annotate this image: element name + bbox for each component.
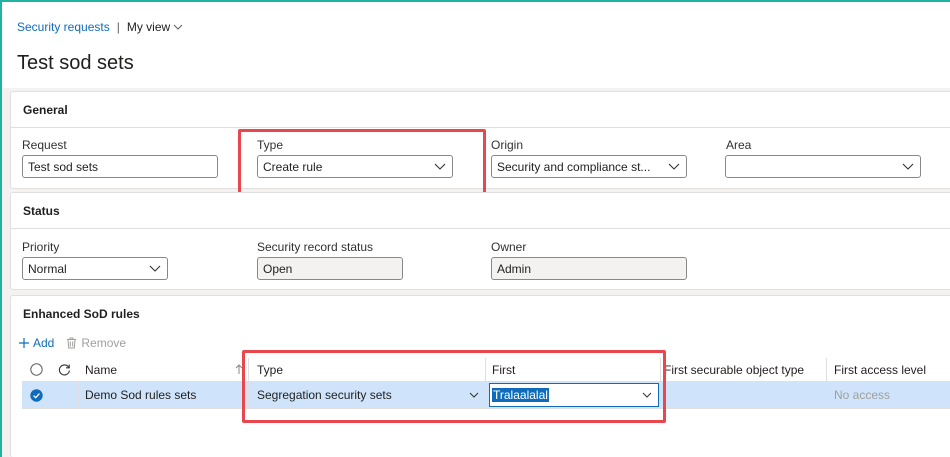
row-type-select[interactable]: Segregation security sets bbox=[257, 382, 485, 408]
priority-value: Normal bbox=[28, 262, 67, 276]
remove-label: Remove bbox=[81, 336, 127, 350]
column-divider bbox=[248, 382, 249, 408]
security-record-status-field: Open bbox=[257, 257, 403, 280]
type-label: Type bbox=[257, 138, 284, 152]
column-divider bbox=[485, 358, 486, 381]
sort-arrow-icon[interactable] bbox=[235, 358, 245, 381]
row-name[interactable]: Demo Sod rules sets bbox=[85, 382, 245, 408]
type-value: Create rule bbox=[263, 160, 323, 174]
table-row[interactable]: Demo Sod rules sets Segregation security… bbox=[22, 382, 950, 409]
page-header: Security requests | My view Test sod set… bbox=[2, 2, 950, 88]
column-header-type[interactable]: Type bbox=[257, 358, 477, 381]
enhanced-sod-rules-header[interactable]: Enhanced SoD rules bbox=[11, 296, 950, 332]
page-title: Test sod sets bbox=[17, 52, 134, 74]
grid-empty-area bbox=[22, 409, 950, 449]
row-first-input[interactable]: Tralaalalal bbox=[489, 383, 659, 407]
area-label: Area bbox=[726, 138, 752, 152]
breadcrumb-security-requests[interactable]: Security requests bbox=[17, 20, 110, 34]
security-record-status-value: Open bbox=[263, 262, 293, 276]
refresh-icon[interactable] bbox=[58, 358, 72, 381]
origin-label: Origin bbox=[491, 138, 524, 152]
security-record-status-label: Security record status bbox=[257, 240, 374, 254]
chevron-down-icon bbox=[642, 392, 652, 398]
column-divider bbox=[660, 358, 661, 381]
request-value: Test sod sets bbox=[28, 160, 99, 174]
chevron-down-icon bbox=[668, 163, 680, 170]
row-type-value: Segregation security sets bbox=[257, 388, 392, 402]
chevron-down-icon bbox=[149, 265, 161, 272]
row-first-value: Tralaalalal bbox=[492, 388, 549, 402]
owner-field: Admin bbox=[491, 257, 687, 280]
select-all-radio[interactable] bbox=[30, 358, 44, 381]
my-view-selector[interactable]: My view bbox=[127, 20, 183, 34]
origin-value: Security and compliance st... bbox=[497, 160, 651, 174]
request-input[interactable]: Test sod sets bbox=[22, 155, 218, 178]
area-select[interactable] bbox=[725, 155, 921, 178]
remove-button[interactable]: Remove bbox=[66, 336, 126, 350]
my-view-label: My view bbox=[126, 20, 171, 34]
priority-select[interactable]: Normal bbox=[22, 257, 168, 280]
status-section-header[interactable]: Status bbox=[11, 193, 950, 229]
breadcrumb: Security requests | My view bbox=[17, 20, 183, 34]
general-section-header[interactable]: General bbox=[11, 92, 950, 128]
grid-header: Name Type First First securable object t… bbox=[22, 358, 950, 382]
type-select[interactable]: Create rule bbox=[257, 155, 453, 178]
column-header-first-access-level[interactable]: First access level bbox=[834, 358, 949, 381]
plus-icon bbox=[19, 338, 29, 348]
request-label: Request bbox=[22, 138, 67, 152]
owner-value: Admin bbox=[497, 262, 532, 276]
row-selected-check-icon[interactable] bbox=[30, 382, 44, 408]
chevron-down-icon bbox=[434, 163, 446, 170]
add-label: Add bbox=[33, 336, 55, 350]
column-header-first-securable-object-type[interactable]: First securable object type bbox=[664, 358, 824, 381]
column-divider bbox=[248, 358, 249, 381]
sod-rules-grid: Name Type First First securable object t… bbox=[22, 358, 950, 449]
trash-icon bbox=[67, 337, 77, 349]
owner-label: Owner bbox=[491, 240, 527, 254]
chevron-down-icon bbox=[173, 24, 183, 30]
column-divider bbox=[826, 358, 827, 381]
chevron-down-icon bbox=[469, 392, 479, 398]
row-first-access-level[interactable]: No access bbox=[834, 382, 949, 408]
row-first-securable-object-type[interactable] bbox=[664, 382, 824, 408]
breadcrumb-separator: | bbox=[116, 20, 120, 34]
priority-label: Priority bbox=[22, 240, 60, 254]
chevron-down-icon bbox=[902, 163, 914, 170]
origin-select[interactable]: Security and compliance st... bbox=[491, 155, 687, 178]
column-header-first[interactable]: First bbox=[492, 358, 662, 381]
add-button[interactable]: Add bbox=[18, 336, 54, 350]
sod-toolbar: Add Remove bbox=[18, 336, 126, 350]
column-divider bbox=[78, 382, 79, 408]
column-header-name[interactable]: Name bbox=[85, 358, 235, 381]
